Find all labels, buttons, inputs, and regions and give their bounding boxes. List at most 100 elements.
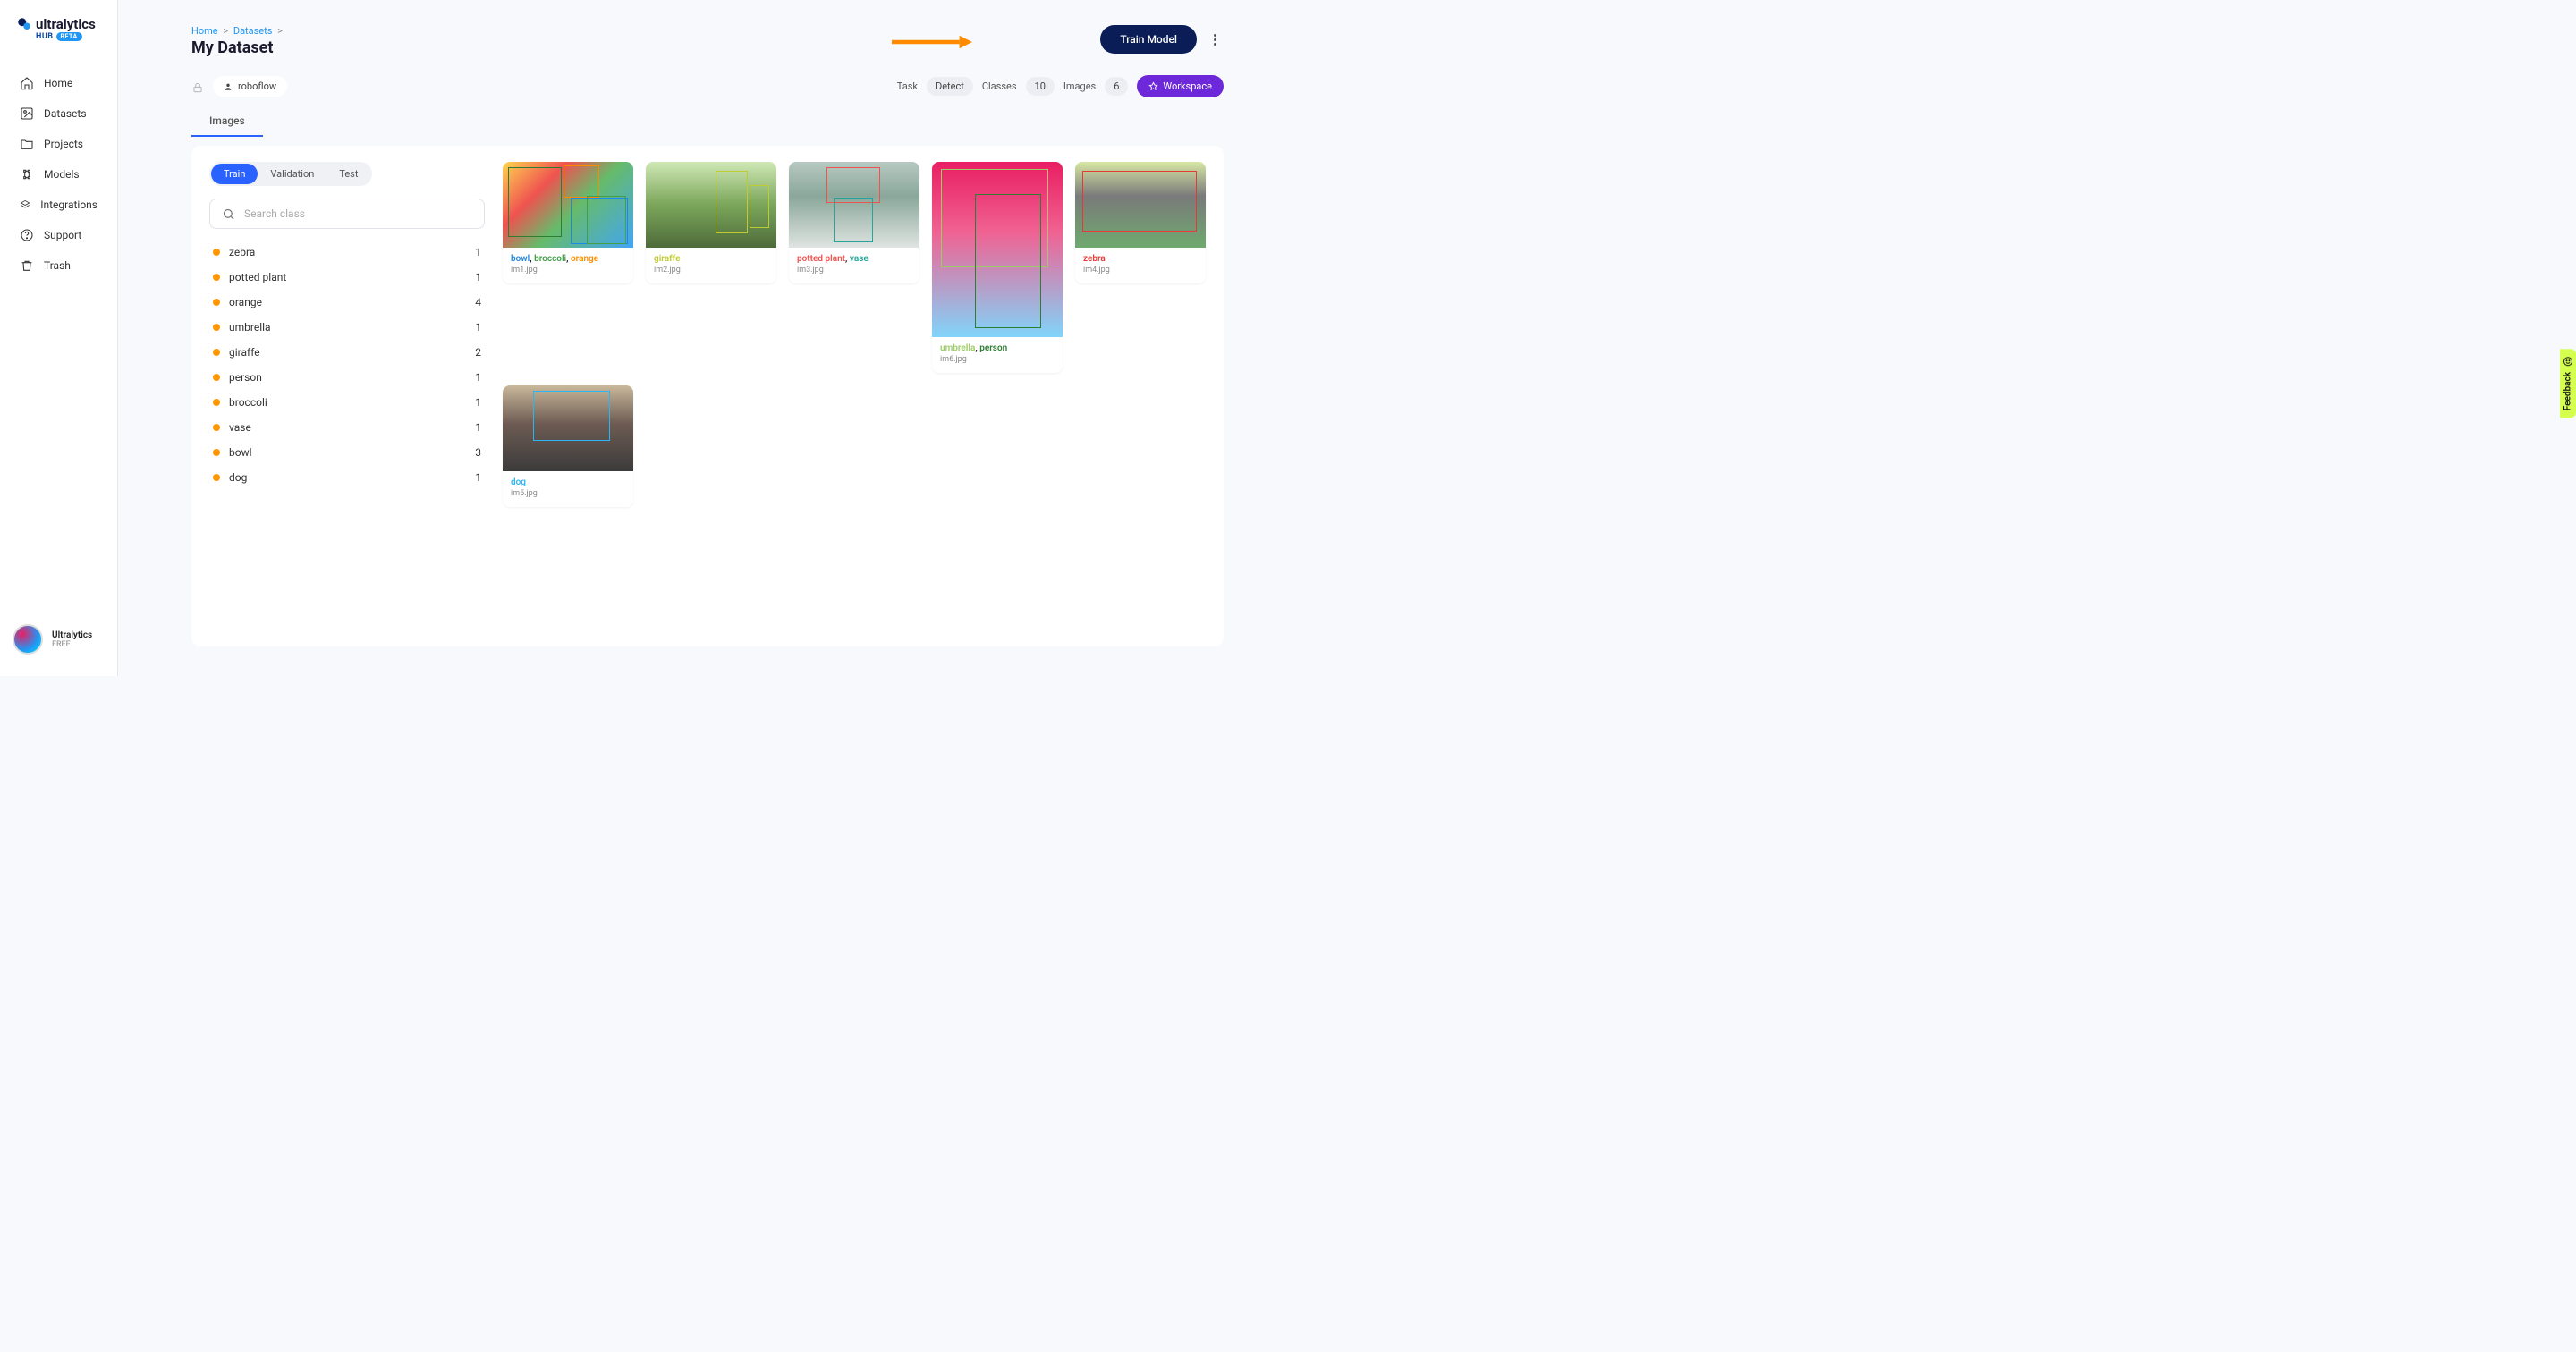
- sidebar-item-label: Support: [44, 229, 81, 241]
- avatar: [13, 624, 43, 655]
- user-plan: FREE: [52, 640, 92, 649]
- class-name: vase: [229, 421, 251, 434]
- user-name: Ultralytics: [52, 630, 92, 640]
- card-image: [503, 385, 633, 471]
- card-labels: giraffe: [654, 254, 768, 264]
- logo-icon: [16, 16, 32, 32]
- card-file: im2.jpg: [654, 266, 768, 275]
- sidebar-item-datasets[interactable]: Datasets: [0, 98, 117, 129]
- class-count: 4: [475, 296, 481, 308]
- tab-images[interactable]: Images: [191, 106, 263, 137]
- images-label: Images: [1063, 80, 1096, 92]
- classes-label: Classes: [982, 80, 1017, 92]
- card-file: im6.jpg: [940, 355, 1055, 364]
- card-labels: bowl, broccoli, orange: [511, 254, 625, 264]
- class-count: 1: [475, 246, 481, 258]
- class-row[interactable]: zebra1: [209, 240, 485, 265]
- class-dot: [213, 449, 220, 456]
- class-name: giraffe: [229, 346, 260, 359]
- layers-icon: [20, 198, 30, 212]
- class-row[interactable]: bowl3: [209, 440, 485, 465]
- search-input[interactable]: [209, 199, 485, 229]
- class-name: broccoli: [229, 396, 267, 409]
- lock-icon: [191, 80, 204, 93]
- sidebar-item-home[interactable]: Home: [0, 68, 117, 98]
- sidebar-item-models[interactable]: Models: [0, 159, 117, 190]
- owner-chip[interactable]: roboflow: [213, 76, 287, 97]
- breadcrumb-home[interactable]: Home: [191, 25, 218, 37]
- task-value: Detect: [927, 77, 973, 96]
- class-list: zebra1potted plant1orange4umbrella1giraf…: [209, 240, 485, 490]
- breadcrumb: Home > Datasets >: [191, 25, 285, 37]
- home-icon: [20, 76, 34, 90]
- image-card[interactable]: umbrella, person im6.jpg: [932, 162, 1063, 373]
- card-file: im5.jpg: [511, 489, 625, 498]
- class-dot: [213, 274, 220, 281]
- class-dot: [213, 474, 220, 481]
- card-image: [932, 162, 1063, 337]
- sidebar-item-integrations[interactable]: Integrations: [0, 190, 117, 220]
- image-icon: [20, 106, 34, 121]
- sidebar-item-label: Integrations: [40, 199, 97, 211]
- image-card[interactable]: dog im5.jpg: [503, 385, 633, 507]
- nav: Home Datasets Projects Models Integratio…: [0, 68, 117, 615]
- main: Home > Datasets > My Dataset Train Model: [118, 0, 1288, 676]
- sidebar-item-support[interactable]: Support: [0, 220, 117, 250]
- class-row[interactable]: orange 4: [209, 290, 485, 315]
- card-labels: zebra: [1083, 254, 1198, 264]
- content-panel: Train Validation Test zebra1potted plant…: [191, 146, 1224, 646]
- class-name: dog: [229, 471, 247, 484]
- class-name: orange: [229, 296, 262, 308]
- user-icon: [224, 82, 233, 91]
- workspace-button[interactable]: Workspace: [1137, 75, 1224, 97]
- class-row[interactable]: giraffe2: [209, 340, 485, 365]
- class-dot: [213, 374, 220, 381]
- card-image: [1075, 162, 1206, 248]
- class-row[interactable]: vase 1: [209, 415, 485, 440]
- image-card[interactable]: giraffe im2.jpg: [646, 162, 776, 283]
- class-count: 1: [475, 371, 481, 384]
- class-dot: [213, 324, 220, 331]
- card-file: im3.jpg: [797, 266, 911, 275]
- class-count: 1: [475, 321, 481, 334]
- more-menu-button[interactable]: [1206, 30, 1224, 48]
- class-row[interactable]: umbrella1: [209, 315, 485, 340]
- split-tabs: Train Validation Test: [209, 162, 372, 186]
- split-validation[interactable]: Validation: [258, 164, 326, 184]
- image-card[interactable]: zebra im4.jpg: [1075, 162, 1206, 283]
- folder-icon: [20, 137, 34, 151]
- feedback-button[interactable]: Feedback: [2560, 349, 2576, 418]
- class-count: 3: [475, 446, 481, 459]
- card-labels: dog: [511, 477, 625, 487]
- class-row[interactable]: dog 1: [209, 465, 485, 490]
- brand-name: ultralytics: [36, 16, 96, 32]
- brand-sub: HUB: [36, 32, 54, 41]
- owner-name: roboflow: [238, 80, 276, 92]
- image-card[interactable]: potted plant, vase im3.jpg: [789, 162, 919, 283]
- tabs: Images: [191, 106, 1224, 137]
- split-train[interactable]: Train: [211, 164, 258, 184]
- class-row[interactable]: person 1: [209, 365, 485, 390]
- class-count: 1: [475, 421, 481, 434]
- card-image: [503, 162, 633, 248]
- logo[interactable]: ultralytics HUB BETA: [0, 16, 117, 48]
- search-icon: [222, 207, 235, 221]
- class-row[interactable]: potted plant1: [209, 265, 485, 290]
- class-count: 1: [475, 271, 481, 283]
- sidebar-item-trash[interactable]: Trash: [0, 250, 117, 281]
- workspace-label: Workspace: [1163, 80, 1212, 92]
- class-row[interactable]: broccoli1: [209, 390, 485, 415]
- breadcrumb-sep: >: [223, 25, 228, 37]
- class-name: person: [229, 371, 262, 384]
- class-count: 1: [475, 471, 481, 484]
- card-image: [789, 162, 919, 248]
- card-file: im4.jpg: [1083, 266, 1198, 275]
- sidebar-footer[interactable]: Ultralytics FREE: [0, 615, 117, 663]
- images-value: 6: [1105, 77, 1128, 96]
- image-card[interactable]: bowl, broccoli, orange im1.jpg: [503, 162, 633, 283]
- class-dot: [213, 399, 220, 406]
- breadcrumb-datasets[interactable]: Datasets: [233, 25, 273, 37]
- sidebar-item-projects[interactable]: Projects: [0, 129, 117, 159]
- split-test[interactable]: Test: [326, 164, 370, 184]
- train-model-button[interactable]: Train Model: [1100, 25, 1197, 54]
